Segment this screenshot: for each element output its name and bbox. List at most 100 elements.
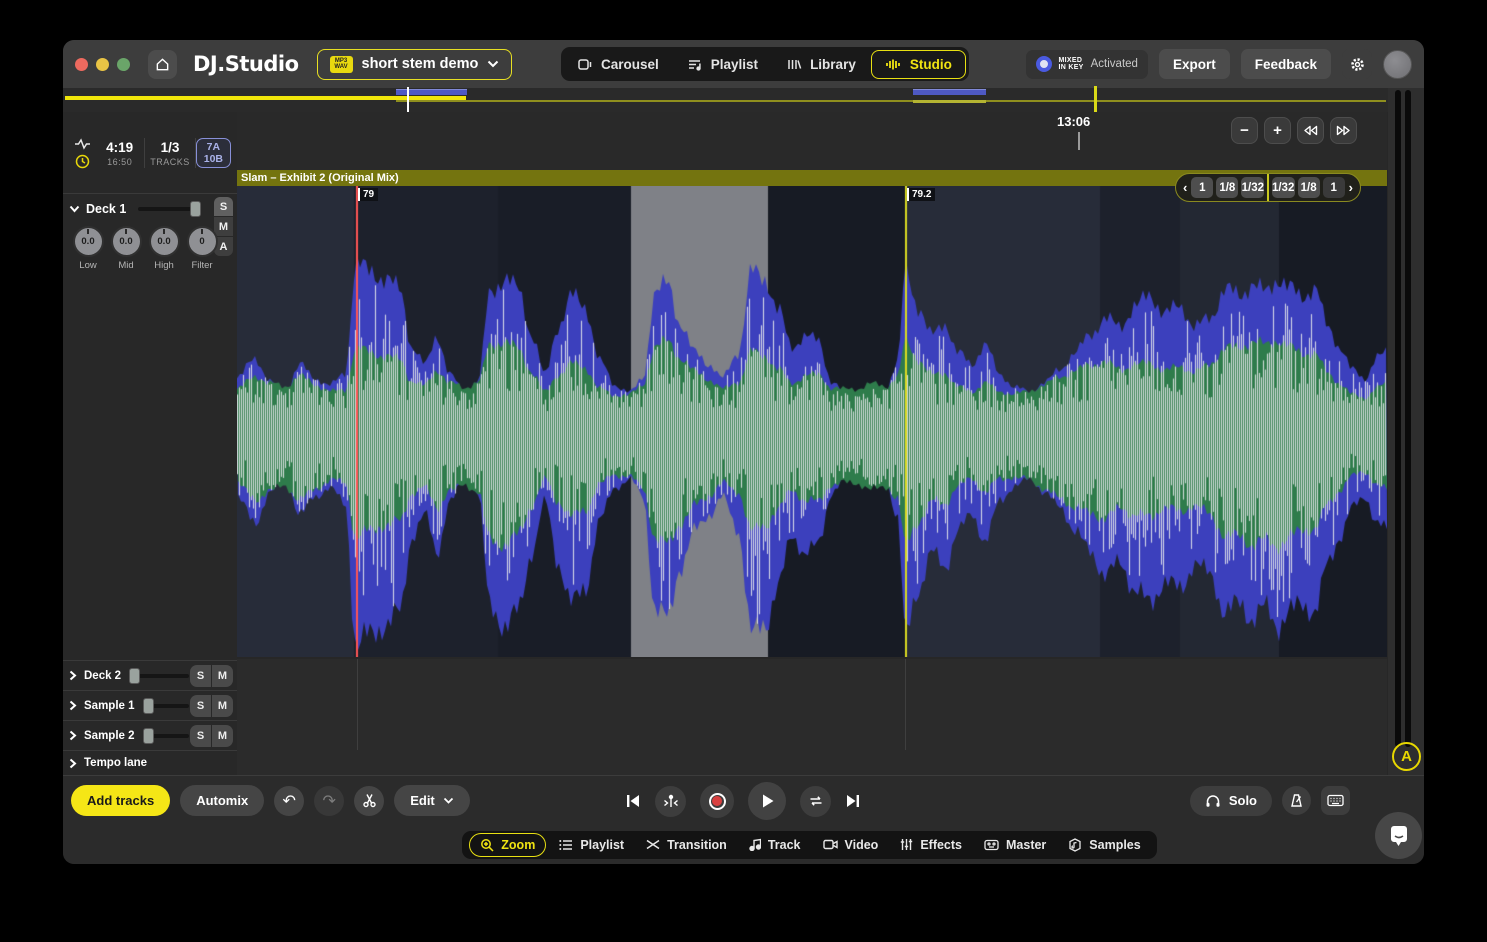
tab-samples[interactable]: Samples — [1059, 833, 1149, 857]
high-knob[interactable]: 0.0 High — [147, 226, 181, 271]
deck2-volume-handle[interactable] — [129, 668, 140, 684]
tab-playlist-panel[interactable]: Playlist — [550, 833, 633, 857]
add-tracks-button[interactable]: Add tracks — [71, 785, 170, 816]
sample1-volume-handle[interactable] — [143, 698, 154, 714]
deck2-solo-button[interactable]: S — [190, 665, 211, 687]
cursor-time-tick — [1078, 132, 1080, 150]
chevron-right-icon[interactable]: › — [1348, 180, 1354, 195]
zoom-window-button[interactable] — [117, 58, 130, 71]
deck1-volume-handle[interactable] — [190, 201, 201, 217]
zoom-ratio-button[interactable]: 1/8 — [1216, 177, 1238, 198]
export-button[interactable]: Export — [1159, 49, 1230, 79]
edit-dropdown[interactable]: Edit — [394, 785, 470, 816]
undo-button[interactable]: ↶ — [274, 786, 304, 816]
chevron-left-icon[interactable]: ‹ — [1182, 180, 1188, 195]
jump-to-playhead-button[interactable] — [655, 786, 686, 817]
tab-carousel[interactable]: Carousel — [564, 50, 672, 79]
sample2-mute-button[interactable]: M — [212, 725, 233, 747]
zoom-out-button[interactable]: − — [1231, 117, 1258, 144]
record-button[interactable] — [700, 784, 734, 818]
tab-transition[interactable]: Transition — [637, 833, 736, 857]
chevron-right-icon[interactable] — [69, 670, 77, 681]
lane-sample1[interactable]: Sample 1 S M — [63, 690, 237, 720]
headphones-icon — [1205, 794, 1221, 808]
minimize-window-button[interactable] — [96, 58, 109, 71]
feedback-button[interactable]: Feedback — [1241, 49, 1331, 79]
vertical-scrollbar[interactable] — [1395, 90, 1401, 747]
deck1-mute-button[interactable]: M — [214, 217, 233, 236]
avatar[interactable] — [1383, 50, 1412, 79]
tab-playlist[interactable]: Playlist — [674, 50, 771, 79]
vertical-scrollbar[interactable] — [1405, 90, 1411, 747]
timeline-overview[interactable] — [63, 88, 1424, 112]
waveform-canvas[interactable] — [237, 186, 1387, 657]
chat-support-button[interactable] — [1375, 812, 1422, 859]
deck2-volume-slider[interactable] — [129, 674, 189, 678]
zoom-ratio-button[interactable]: 1/32 — [1272, 177, 1295, 198]
lane-sample2[interactable]: Sample 2 S M — [63, 720, 237, 750]
deck1-solo-button[interactable]: S — [214, 197, 233, 216]
filter-knob[interactable]: 0 Filter — [185, 226, 219, 271]
automix-button[interactable]: Automix — [180, 785, 264, 816]
lane-tempo[interactable]: Tempo lane — [63, 750, 237, 775]
loop-button[interactable] — [800, 786, 831, 817]
sample2-volume-handle[interactable] — [143, 728, 154, 744]
sample2-volume-slider[interactable] — [143, 734, 190, 738]
magnifier-icon — [480, 838, 494, 852]
redo-button[interactable]: ↷ — [314, 786, 344, 816]
chevron-right-icon[interactable] — [69, 730, 77, 741]
chevron-down-icon[interactable] — [69, 205, 80, 213]
chevron-right-icon[interactable] — [69, 700, 77, 711]
tab-studio[interactable]: Studio — [871, 50, 966, 79]
rewind-button[interactable] — [1297, 117, 1324, 144]
panel-tab-row: Zoom Playlist Transition Track Video Eff… — [63, 825, 1424, 864]
deck2-mute-button[interactable]: M — [212, 665, 233, 687]
sample1-mute-button[interactable]: M — [212, 695, 233, 717]
samples-icon — [1068, 838, 1082, 852]
project-dropdown[interactable]: MP3WAV short stem demo — [317, 49, 513, 80]
chevron-right-icon[interactable] — [69, 758, 77, 769]
home-icon — [155, 57, 170, 72]
fast-forward-button[interactable] — [1330, 117, 1357, 144]
timeline-cursor-tick[interactable] — [1094, 86, 1097, 113]
home-button[interactable] — [148, 50, 177, 79]
keyboard-shortcuts-button[interactable] — [1321, 786, 1350, 815]
timeline-playhead[interactable] — [407, 87, 409, 112]
sample2-solo-button[interactable]: S — [190, 725, 211, 747]
sample1-solo-button[interactable]: S — [190, 695, 211, 717]
play-button[interactable] — [748, 782, 786, 820]
assistant-badge[interactable]: A — [1392, 742, 1421, 771]
tab-master[interactable]: Master — [975, 833, 1055, 857]
tab-effects[interactable]: Effects — [891, 833, 971, 857]
low-knob[interactable]: 0.0 Low — [71, 226, 105, 271]
skip-to-start-button[interactable] — [625, 793, 641, 809]
tab-zoom[interactable]: Zoom — [469, 833, 546, 857]
empty-lane-area[interactable] — [237, 659, 1387, 775]
deck1-volume-slider[interactable] — [138, 207, 201, 211]
mix-info-panel: 4:19 16:50 1/3 TRACKS 7A 10B — [63, 125, 237, 181]
lane-deck2[interactable]: Deck 2 S M — [63, 660, 237, 690]
metronome-button[interactable] — [1282, 786, 1311, 815]
zoom-ratio-button[interactable]: 1 — [1323, 177, 1345, 198]
grid-line — [905, 659, 906, 750]
tab-library[interactable]: Library — [773, 50, 869, 79]
keyboard-icon — [1327, 794, 1344, 807]
tab-track[interactable]: Track — [740, 833, 810, 857]
zoom-in-button[interactable]: + — [1264, 117, 1291, 144]
zoom-ratio-button[interactable]: 1 — [1191, 177, 1213, 198]
timeline-track-segment[interactable] — [913, 89, 986, 95]
settings-button[interactable] — [1342, 49, 1372, 79]
skip-to-end-button[interactable] — [845, 793, 861, 809]
mid-knob[interactable]: 0.0 Mid — [109, 226, 143, 271]
solo-button[interactable]: Solo — [1190, 786, 1272, 816]
tab-video[interactable]: Video — [814, 833, 888, 857]
key-badge[interactable]: 7A 10B — [196, 138, 231, 168]
zoom-ratio-button[interactable]: 1/8 — [1298, 177, 1320, 198]
chevron-down-icon — [487, 60, 499, 68]
close-window-button[interactable] — [75, 58, 88, 71]
cut-button[interactable] — [354, 786, 384, 816]
mixed-in-key-badge[interactable]: MIXEDIN KEY Activated — [1026, 50, 1148, 79]
zoom-ratio-button[interactable]: 1/32 — [1241, 177, 1264, 198]
sample1-volume-slider[interactable] — [143, 704, 190, 708]
sliders-icon — [900, 838, 913, 851]
